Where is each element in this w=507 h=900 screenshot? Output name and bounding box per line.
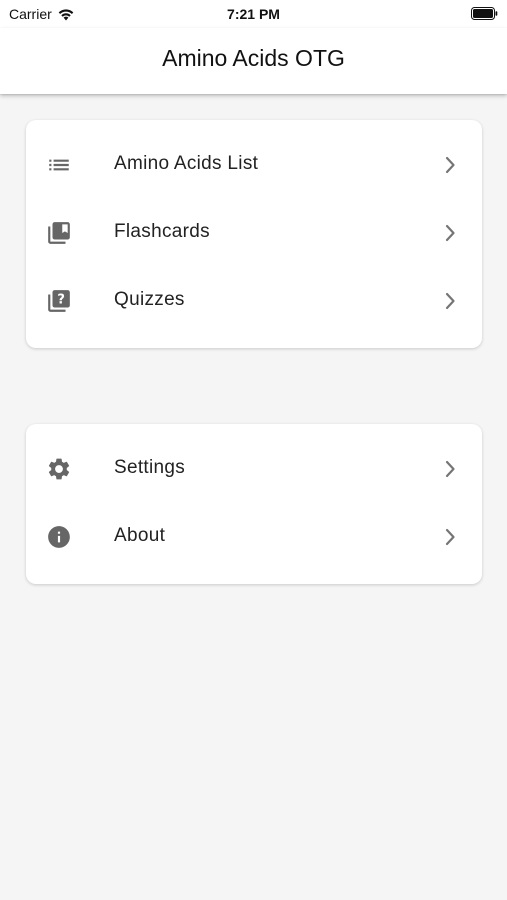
- menu-item-label: Flashcards: [114, 221, 210, 242]
- app-bar: Amino Acids OTG: [0, 28, 507, 94]
- chevron-right-icon: [444, 155, 456, 175]
- main-menu-card: Amino Acids List Flashcards ? Quizzes: [26, 120, 482, 348]
- chevron-right-icon: [444, 459, 456, 479]
- menu-item-quizzes[interactable]: ? Quizzes: [26, 266, 482, 334]
- quiz-icon: ?: [46, 288, 72, 314]
- svg-text:?: ?: [57, 293, 65, 308]
- list-icon: [46, 152, 72, 178]
- secondary-menu-card: Settings About: [26, 424, 482, 584]
- menu-item-label: Amino Acids List: [114, 153, 259, 174]
- chevron-right-icon: [444, 223, 456, 243]
- menu-item-flashcards[interactable]: Flashcards: [26, 198, 482, 266]
- status-bar: Carrier 7:21 PM: [0, 0, 507, 28]
- chevron-right-icon: [444, 527, 456, 547]
- page-title: Amino Acids OTG: [162, 45, 345, 71]
- library-books-icon: [46, 220, 72, 246]
- status-time: 7:21 PM: [227, 6, 280, 22]
- chevron-right-icon: [444, 291, 456, 311]
- battery-icon: [471, 7, 498, 20]
- menu-item-amino-acids-list[interactable]: Amino Acids List: [26, 130, 482, 198]
- menu-item-about[interactable]: About: [26, 502, 482, 570]
- gear-icon: [46, 456, 72, 482]
- menu-item-label: About: [114, 525, 166, 546]
- info-icon: [46, 524, 72, 550]
- menu-item-label: Settings: [114, 457, 186, 478]
- menu-item-label: Quizzes: [114, 289, 185, 310]
- menu-item-settings[interactable]: Settings: [26, 434, 482, 502]
